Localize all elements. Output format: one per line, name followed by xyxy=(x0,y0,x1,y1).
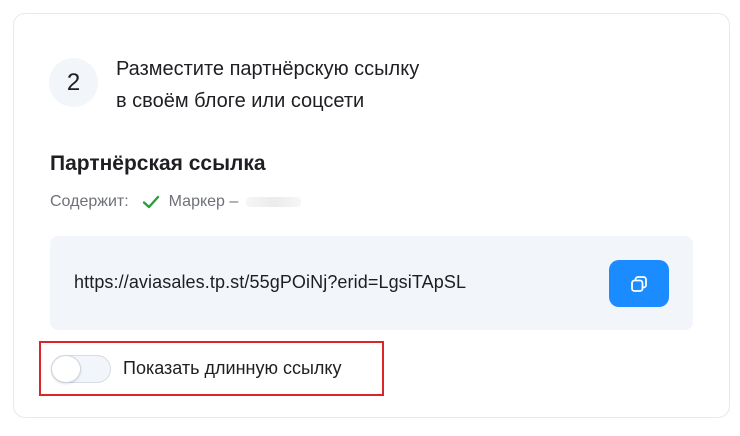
partner-url[interactable]: https://aviasales.tp.st/55gPOiNj?erid=Lg… xyxy=(74,272,466,293)
check-icon xyxy=(142,195,159,209)
show-long-link-toggle[interactable] xyxy=(51,355,111,383)
contains-label: Содержит: xyxy=(50,193,129,210)
contains-row: Содержит: Маркер – xyxy=(50,190,302,214)
link-box: https://aviasales.tp.st/55gPOiNj?erid=Lg… xyxy=(50,236,693,330)
marker-label: Маркер – xyxy=(168,193,239,210)
step-title-line-1: Разместите партнёрскую ссылку xyxy=(116,58,420,80)
step-title: Разместите партнёрскую ссылку в своём бл… xyxy=(116,53,536,117)
toggle-knob xyxy=(51,355,81,383)
step-number: 2 xyxy=(66,68,81,96)
step-number-badge: 2 xyxy=(49,58,98,107)
show-long-link-label[interactable]: Показать длинную ссылку xyxy=(123,358,341,379)
step-title-line-2: в своём блоге или соцсети xyxy=(116,90,365,112)
marker-value-redacted xyxy=(246,197,302,207)
copy-icon xyxy=(631,275,647,292)
show-long-link-row: Показать длинную ссылку xyxy=(39,341,384,396)
section-title: Партнёрская ссылка xyxy=(50,152,266,175)
copy-link-button[interactable] xyxy=(609,260,669,307)
